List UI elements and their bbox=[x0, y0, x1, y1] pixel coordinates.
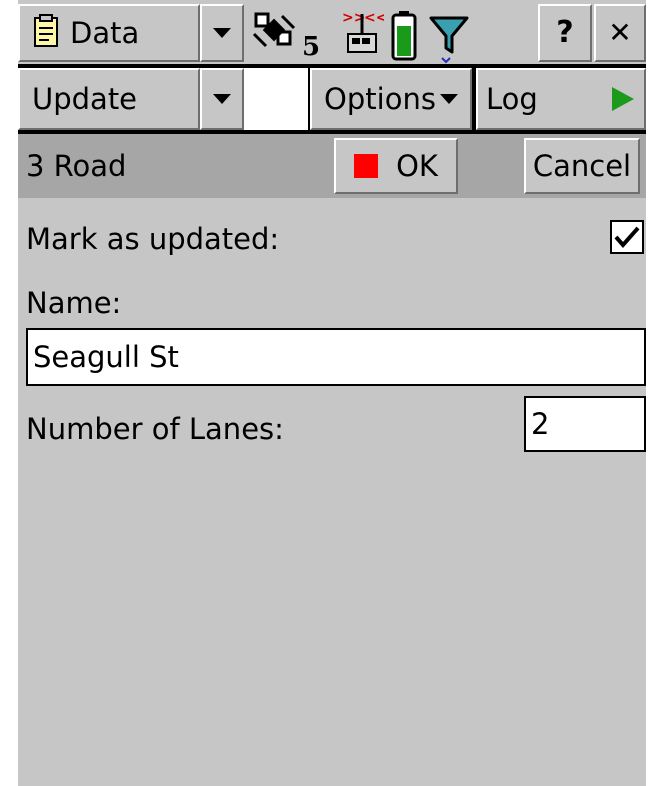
app-menu-button[interactable]: Data bbox=[18, 4, 200, 62]
play-icon bbox=[612, 87, 634, 111]
help-icon: ? bbox=[556, 15, 574, 50]
chevron-down-icon bbox=[213, 94, 231, 104]
close-button[interactable]: ✕ bbox=[594, 4, 646, 62]
cancel-button[interactable]: Cancel bbox=[524, 138, 640, 194]
satellite-status[interactable]: 5 bbox=[252, 10, 332, 62]
name-label: Name: bbox=[26, 286, 122, 320]
toolbar-gap bbox=[244, 68, 308, 130]
checkmark-icon bbox=[614, 226, 640, 249]
log-button[interactable]: Log bbox=[476, 68, 646, 130]
chevron-down-icon bbox=[439, 94, 458, 104]
lanes-label: Number of Lanes: bbox=[26, 412, 284, 446]
ok-button[interactable]: OK bbox=[334, 138, 458, 194]
cancel-label: Cancel bbox=[532, 148, 632, 183]
app-menu-label: Data bbox=[70, 15, 140, 50]
form-body: Mark as updated: Name: Seagull St Number… bbox=[18, 198, 646, 786]
satellite-count: 5 bbox=[302, 32, 321, 62]
ok-label: OK bbox=[396, 148, 438, 183]
options-menu-button[interactable]: Options bbox=[310, 68, 472, 130]
log-label: Log bbox=[486, 81, 538, 116]
options-label: Options bbox=[324, 81, 436, 116]
mark-updated-checkbox[interactable] bbox=[610, 220, 644, 254]
filter-icon[interactable] bbox=[428, 14, 470, 64]
update-dropdown[interactable] bbox=[200, 68, 244, 130]
notepad-icon bbox=[34, 14, 60, 52]
update-label: Update bbox=[32, 81, 138, 116]
update-button[interactable]: Update bbox=[18, 68, 200, 130]
svg-text:<<: << bbox=[364, 10, 384, 26]
gps-receiver-icon[interactable]: >> << bbox=[340, 10, 387, 60]
battery-icon[interactable] bbox=[390, 10, 418, 62]
help-button[interactable]: ? bbox=[538, 4, 592, 62]
device-screen: Data 5 >> << ? ✕ Update Options Log 3 Ro… bbox=[18, 0, 646, 786]
mark-updated-label: Mark as updated: bbox=[26, 222, 280, 256]
name-field[interactable]: Seagull St bbox=[26, 328, 646, 386]
ok-marker-icon bbox=[354, 154, 379, 178]
lanes-field[interactable]: 2 bbox=[524, 396, 646, 452]
satellite-icon bbox=[252, 12, 296, 48]
feature-title: 3 Road bbox=[26, 149, 127, 183]
close-icon: ✕ bbox=[608, 16, 632, 49]
chevron-down-icon bbox=[213, 28, 231, 38]
app-menu-dropdown[interactable] bbox=[200, 4, 244, 62]
